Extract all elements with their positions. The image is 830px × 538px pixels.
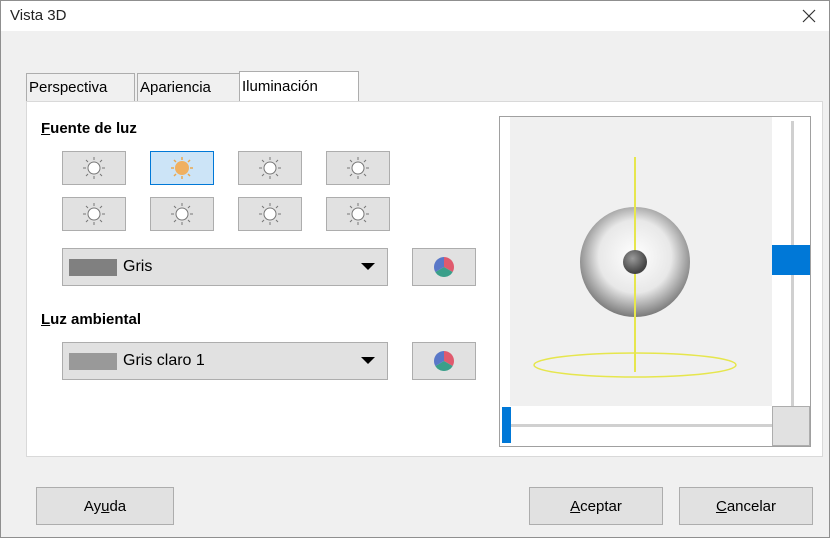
preview-corner-button[interactable] xyxy=(772,406,810,446)
light-preview[interactable] xyxy=(499,116,811,447)
ambient-color-value: Gris claro 1 xyxy=(123,352,205,369)
ambient-light-label: Luz ambiental xyxy=(41,311,142,328)
light-source-button-8[interactable] xyxy=(326,197,390,231)
ambient-color-dropdown[interactable]: Gris claro 1 xyxy=(62,342,388,380)
dialog-window: Vista 3D Perspectiva Apariencia Iluminac… xyxy=(0,0,830,538)
cancel-button[interactable]: Cancelar xyxy=(679,487,813,525)
close-button[interactable] xyxy=(789,1,829,31)
light-source-button-4[interactable] xyxy=(326,151,390,185)
close-icon xyxy=(802,9,816,23)
preview-scene[interactable] xyxy=(510,117,772,406)
light-bulb-off-icon xyxy=(259,157,281,179)
light-bulb-off-icon xyxy=(83,203,105,225)
light-bulb-off-icon xyxy=(171,203,193,225)
ambient-color-picker-button[interactable] xyxy=(412,342,476,380)
accept-button[interactable]: Aceptar xyxy=(529,487,663,525)
light-color-picker-button[interactable] xyxy=(412,248,476,286)
light-color-value: Gris xyxy=(123,258,153,275)
light-source-label: Fuente de luz xyxy=(41,120,137,137)
sphere-preview xyxy=(533,157,737,378)
horizontal-slider-thumb[interactable] xyxy=(502,407,511,443)
color-wheel-icon xyxy=(434,351,454,371)
color-swatch xyxy=(69,353,117,370)
light-source-button-5[interactable] xyxy=(62,197,126,231)
light-source-button-3[interactable] xyxy=(238,151,302,185)
tab-appearance[interactable]: Apariencia xyxy=(137,73,240,101)
color-swatch xyxy=(69,259,117,276)
window-title: Vista 3D xyxy=(10,7,67,24)
light-color-dropdown[interactable]: Gris xyxy=(62,248,388,286)
tab-illumination[interactable]: Iluminación xyxy=(239,71,359,101)
vertical-slider-thumb[interactable] xyxy=(772,245,810,275)
light-bulb-off-icon xyxy=(347,157,369,179)
tab-perspective[interactable]: Perspectiva xyxy=(26,73,135,101)
dropdown-arrow-icon xyxy=(361,263,375,270)
light-source-button-2[interactable] xyxy=(150,151,214,185)
light-bulb-off-icon xyxy=(83,157,105,179)
light-bulb-on-icon xyxy=(171,157,193,179)
help-button[interactable]: Ay u da xyxy=(36,487,174,525)
light-bulb-off-icon xyxy=(347,203,369,225)
title-bar: Vista 3D xyxy=(1,1,829,31)
light-source-button-1[interactable] xyxy=(62,151,126,185)
light-source-button-7[interactable] xyxy=(238,197,302,231)
horizontal-slider-track[interactable] xyxy=(510,424,772,427)
light-source-button-6[interactable] xyxy=(150,197,214,231)
dropdown-arrow-icon xyxy=(361,357,375,364)
color-wheel-icon xyxy=(434,257,454,277)
light-bulb-off-icon xyxy=(259,203,281,225)
